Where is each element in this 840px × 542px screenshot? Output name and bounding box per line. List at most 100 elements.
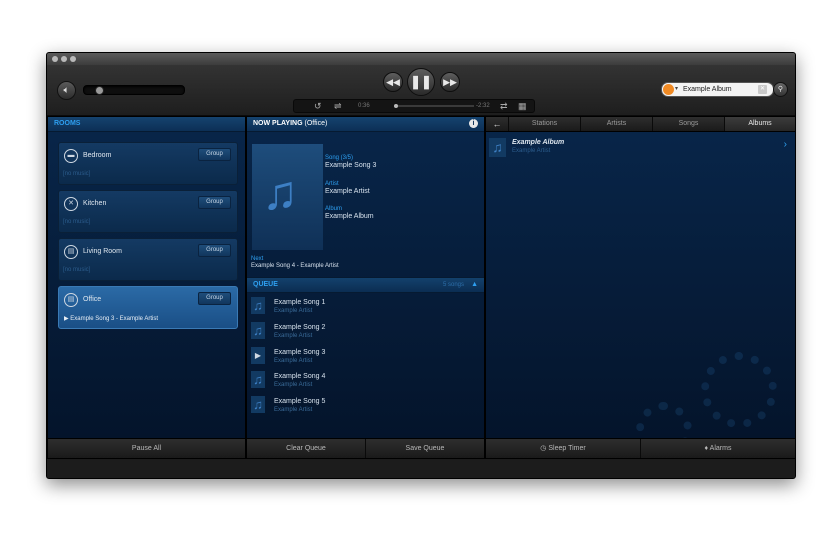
now-playing-title: NOW PLAYING: [253, 120, 303, 127]
search-input[interactable]: [683, 83, 753, 96]
repeat-icon[interactable]: ↺: [314, 100, 322, 112]
music-note-icon: ♫: [251, 396, 265, 413]
queue-song-title: Example Song 5: [274, 398, 326, 405]
speaker-unit-icon: ▤: [64, 293, 78, 307]
room-bedroom[interactable]: ▬ Bedroom Group [no music]: [58, 142, 238, 185]
music-note-icon: ♫: [251, 322, 265, 339]
clock-icon: ◷: [540, 445, 547, 452]
group-button[interactable]: Group: [198, 292, 231, 305]
previous-icon: ◀◀: [386, 77, 400, 87]
close-window-button[interactable]: [52, 56, 58, 62]
now-playing-panel: NOW PLAYING (Office) i ♫ Song (3/5) Exam…: [246, 116, 485, 459]
title-bar: [47, 53, 795, 65]
artist-label: Artist: [325, 181, 339, 187]
album-title: Example Album: [512, 139, 565, 146]
now-playing-room: (Office): [304, 120, 328, 127]
back-arrow-icon[interactable]: ←: [486, 117, 509, 131]
track-progress-knob[interactable]: [394, 104, 398, 108]
tab-stations[interactable]: Stations: [509, 117, 581, 131]
save-queue-button[interactable]: Save Queue: [366, 439, 484, 458]
music-note-icon: ♫: [251, 371, 265, 388]
queue-header-title: QUEUE: [253, 281, 278, 288]
group-button[interactable]: Group: [198, 196, 231, 209]
room-office[interactable]: ▤ Office Group ▶ Example Song 3 - Exampl…: [58, 286, 238, 329]
music-browser-panel: ← Stations Artists Songs Albums ♫ Exampl…: [485, 116, 795, 459]
bell-icon: ♦: [704, 445, 709, 452]
room-name: Kitchen: [83, 200, 107, 207]
previous-track-button[interactable]: ◀◀: [383, 72, 403, 92]
chevron-right-icon[interactable]: ›: [784, 139, 787, 150]
room-now-playing: ▶ Example Song 3 - Example Artist: [64, 315, 158, 322]
queue-song-artist: Example Artist: [274, 333, 313, 339]
room-status: [no music]: [63, 267, 91, 273]
music-service-icon[interactable]: [663, 84, 674, 95]
chevron-down-icon[interactable]: ▾: [675, 83, 678, 96]
music-note-icon: ♫: [489, 138, 506, 157]
equalizer-icon[interactable]: ▦: [518, 100, 527, 112]
play-icon: ▶: [251, 347, 265, 364]
queue-song-title: Example Song 1: [274, 299, 326, 306]
pause-button[interactable]: ❚❚: [407, 68, 435, 96]
now-playing-header-title: NOW PLAYING (Office): [253, 117, 327, 131]
queue-song-title: Example Song 4: [274, 373, 326, 380]
remaining-time: -2:32: [476, 103, 490, 109]
music-footer: ◷ Sleep Timer ♦ Alarms: [486, 438, 795, 458]
sleep-timer-button[interactable]: ◷ Sleep Timer: [486, 439, 641, 458]
room-status: Example Song 3 - Example Artist: [70, 316, 159, 322]
tab-albums[interactable]: Albums: [725, 117, 795, 131]
minimize-window-button[interactable]: [61, 56, 67, 62]
speaker-unit-icon: ✕: [64, 197, 78, 211]
room-living-room[interactable]: ▤ Living Room Group [no music]: [58, 238, 238, 281]
group-button[interactable]: Group: [198, 244, 231, 257]
clear-queue-button[interactable]: Clear Queue: [247, 439, 366, 458]
queue-song-title: Example Song 3: [274, 349, 326, 356]
group-button[interactable]: Group: [198, 148, 231, 161]
room-name: Office: [83, 296, 102, 303]
alarms-button[interactable]: ♦ Alarms: [641, 439, 795, 458]
queue-song-artist: Example Artist: [274, 308, 313, 314]
album-artist: Example Artist: [512, 148, 551, 154]
album-label: Album: [325, 206, 343, 212]
now-playing-header: NOW PLAYING (Office) i: [247, 117, 484, 132]
mute-button[interactable]: 🔈︎: [57, 81, 76, 100]
rooms-panel: ROOMS ▬ Bedroom Group [no music] ✕ Kitch…: [47, 116, 246, 459]
room-status: [no music]: [63, 219, 91, 225]
crossfade-icon[interactable]: ⇄: [500, 100, 508, 112]
queue-header[interactable]: QUEUE 5 songs ▲: [247, 277, 484, 293]
volume-slider-knob[interactable]: [95, 86, 104, 95]
album-result-row[interactable]: ♫ Example Album Example Artist ›: [486, 136, 795, 159]
track-progress-slider[interactable]: [394, 105, 474, 107]
pause-all-button[interactable]: Pause All: [48, 439, 245, 458]
rooms-header: ROOMS: [48, 117, 245, 132]
queue-footer: Clear Queue Save Queue: [247, 438, 484, 458]
clear-search-button[interactable]: ✕: [758, 85, 767, 94]
browse-tabs: ← Stations Artists Songs Albums: [486, 117, 795, 132]
play-icon: ▶: [64, 316, 69, 322]
pause-icon: ❚❚: [410, 74, 432, 89]
zoom-window-button[interactable]: [70, 56, 76, 62]
sonos-window: 🔈︎ ◀◀ ❚❚ ▶▶ ↺ ⇌ 0:36 -2:32 ⇄ ▦ ▾ ✕ ⚲ ROO…: [46, 52, 796, 479]
room-kitchen[interactable]: ✕ Kitchen Group [no music]: [58, 190, 238, 233]
song-label: Song (3/5): [325, 155, 354, 161]
rooms-footer: Pause All: [48, 438, 245, 458]
next-track-button[interactable]: ▶▶: [440, 72, 460, 92]
song-value: Example Song 3: [325, 162, 377, 169]
speaker-unit-icon: ▬: [64, 149, 78, 163]
room-name: Living Room: [83, 248, 122, 255]
shuffle-icon[interactable]: ⇌: [334, 100, 342, 112]
tab-artists[interactable]: Artists: [581, 117, 653, 131]
room-name: Bedroom: [83, 152, 112, 159]
toolbar: 🔈︎ ◀◀ ❚❚ ▶▶ ↺ ⇌ 0:36 -2:32 ⇄ ▦ ▾ ✕ ⚲: [47, 65, 795, 116]
tab-songs[interactable]: Songs: [653, 117, 725, 131]
search-button[interactable]: ⚲: [773, 82, 788, 97]
next-icon: ▶▶: [443, 77, 457, 87]
elapsed-time: 0:36: [358, 103, 370, 109]
music-note-icon: ♫: [251, 297, 265, 314]
queue-song-artist: Example Artist: [274, 382, 313, 388]
queue-song-artist: Example Artist: [274, 358, 313, 364]
chevron-up-icon[interactable]: ▲: [471, 278, 478, 292]
decorative-watermark: [701, 352, 777, 428]
info-icon[interactable]: i: [469, 119, 478, 128]
album-art: ♫: [252, 144, 323, 250]
next-label: Next: [251, 256, 264, 262]
